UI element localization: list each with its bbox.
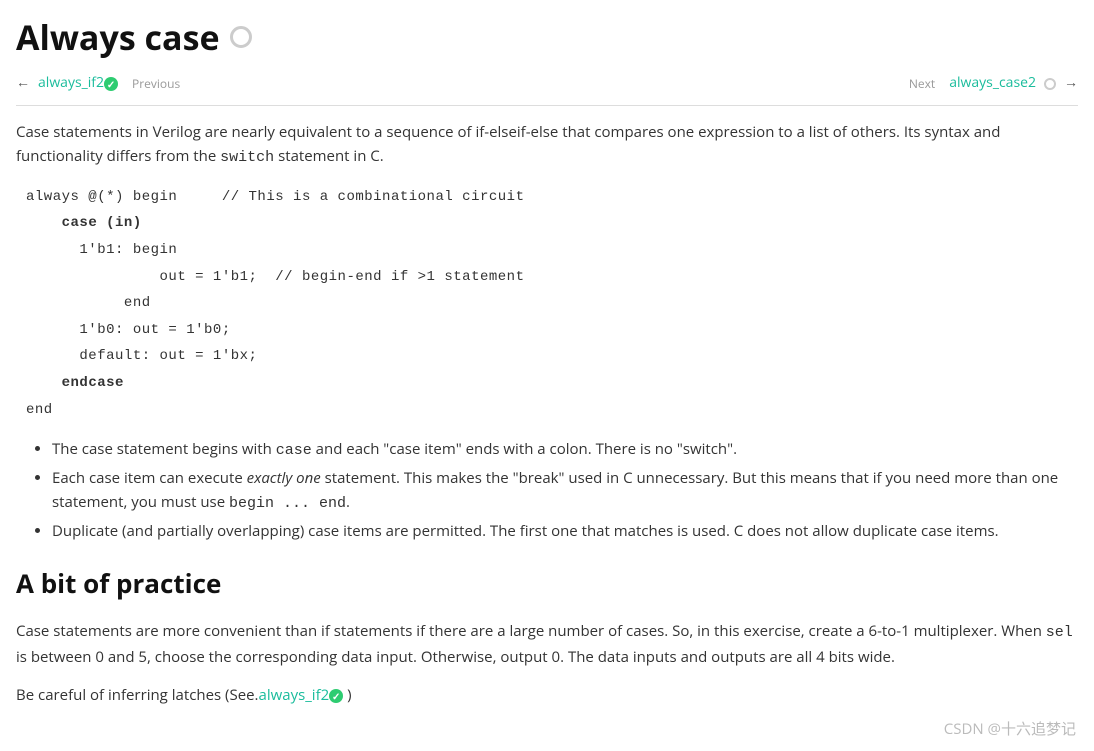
intro-paragraph: Case statements in Verilog are nearly eq… xyxy=(16,120,1078,170)
prev-link[interactable]: always_if2✓ xyxy=(38,72,118,94)
list-item: Duplicate (and partially overlapping) ca… xyxy=(52,519,1078,543)
status-circle-sm-icon xyxy=(1044,78,1056,90)
code-keyword: endcase xyxy=(62,375,124,391)
arrow-left-icon[interactable]: ← xyxy=(16,72,30,94)
code-line: end xyxy=(26,295,151,311)
code-indent xyxy=(26,215,62,231)
li-text: and each "case item" ends with a colon. … xyxy=(312,439,737,459)
notes-list: The case statement begins with case and … xyxy=(16,437,1078,543)
li-code: begin ... end xyxy=(229,495,346,512)
practice-text: Be careful of inferring latches (See. xyxy=(16,685,258,705)
code-line: end xyxy=(26,402,53,418)
check-icon: ✓ xyxy=(104,77,118,91)
prev-link-text: always_if2 xyxy=(38,73,104,92)
code-indent xyxy=(26,375,62,391)
li-text: Duplicate (and partially overlapping) ca… xyxy=(52,521,999,541)
page-title: Always case xyxy=(16,10,1078,64)
intro-text-1: Case statements in Verilog are nearly eq… xyxy=(16,122,1000,166)
status-circle-icon xyxy=(230,26,252,48)
code-line: default: out = 1'bx; xyxy=(26,348,257,364)
see-link[interactable]: always_if2✓ xyxy=(258,685,343,705)
next-link[interactable]: always_case2 xyxy=(949,72,1036,94)
practice-text: ) xyxy=(343,685,351,705)
prev-next-nav: ← always_if2✓ Previous Next always_case2… xyxy=(16,68,1078,105)
practice-text: Case statements are more convenient than… xyxy=(16,621,1046,641)
code-keyword: case (in) xyxy=(62,215,142,231)
code-line: 1'b1: begin xyxy=(26,242,177,258)
watermark: CSDN @十六追梦记 xyxy=(944,717,1076,741)
li-em: exactly one xyxy=(247,468,321,488)
code-line: 1'b0: out = 1'b0; xyxy=(26,322,231,338)
practice-code: sel xyxy=(1046,624,1073,641)
arrow-right-icon[interactable]: → xyxy=(1064,72,1078,94)
li-code: case xyxy=(276,442,312,459)
intro-code: switch xyxy=(220,149,274,166)
practice-paragraph-1: Case statements are more convenient than… xyxy=(16,619,1078,669)
see-link-text: always_if2 xyxy=(258,685,329,705)
practice-heading: A bit of practice xyxy=(16,563,1078,605)
li-text: Each case item can execute xyxy=(52,468,247,488)
code-line: out = 1'b1; // begin-end if >1 statement xyxy=(26,269,524,285)
practice-paragraph-2: Be careful of inferring latches (See.alw… xyxy=(16,683,1078,707)
practice-text: is between 0 and 5, choose the correspon… xyxy=(16,647,895,667)
li-text: The case statement begins with xyxy=(52,439,276,459)
page-title-text: Always case xyxy=(16,10,220,64)
check-icon: ✓ xyxy=(329,689,343,703)
list-item: The case statement begins with case and … xyxy=(52,437,1078,463)
li-text: . xyxy=(346,492,350,512)
next-link-text: always_case2 xyxy=(949,73,1036,92)
next-label: Next xyxy=(909,74,935,93)
intro-text-2: statement in C. xyxy=(274,146,384,166)
code-line: always @(*) begin // This is a combinati… xyxy=(26,189,524,205)
code-block: always @(*) begin // This is a combinati… xyxy=(26,184,1078,423)
list-item: Each case item can execute exactly one s… xyxy=(52,466,1078,516)
prev-label: Previous xyxy=(132,74,180,93)
